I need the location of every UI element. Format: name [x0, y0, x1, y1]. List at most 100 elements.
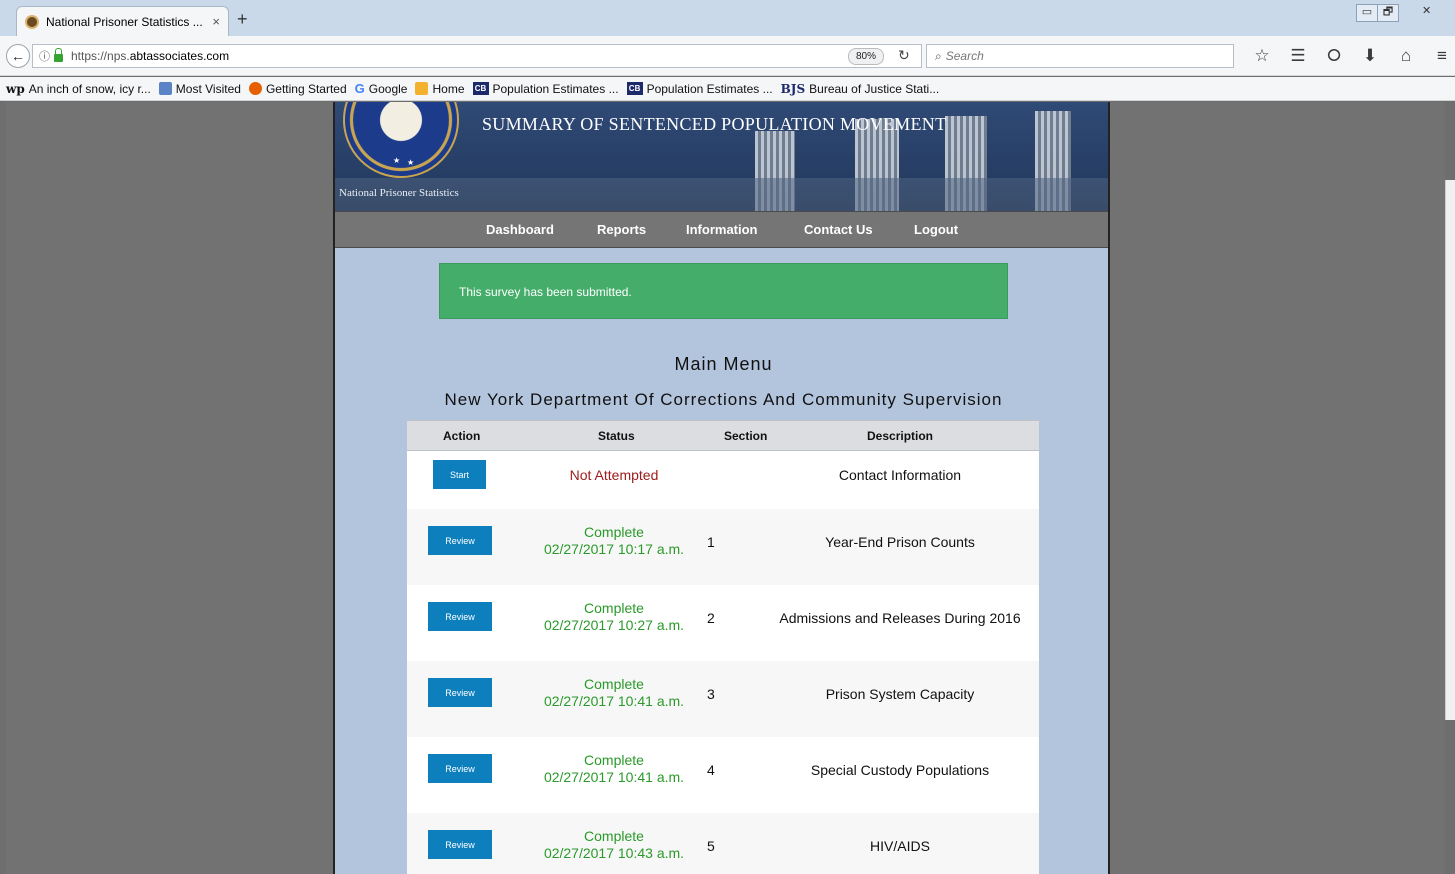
hamburger-menu-icon[interactable]: ≡ — [1424, 46, 1455, 66]
bookmark-item[interactable]: CB Population Estimates ... — [626, 81, 773, 96]
main-navigation: Dashboard Reports Information Contact Us… — [335, 211, 1108, 248]
bjs-icon: BJS — [780, 81, 806, 96]
bookmark-label: Most Visited — [175, 81, 241, 96]
new-tab-button[interactable]: + — [237, 10, 248, 28]
status-text: Complete 02/27/2017 10:41 a.m. — [527, 752, 701, 786]
bookmark-item[interactable]: wp An inch of snow, icy r... — [6, 82, 151, 96]
info-icon[interactable]: ⓘ — [39, 48, 50, 64]
table-header: Action Status Section Description — [407, 420, 1039, 451]
census-icon: CB — [472, 82, 489, 95]
nav-dashboard[interactable]: Dashboard — [486, 222, 554, 237]
table-row: Review Complete 02/27/2017 10:17 a.m. 1 … — [407, 509, 1039, 585]
bookmarks-toolbar: wp An inch of snow, icy r... Most Visite… — [0, 77, 1455, 101]
status-label: Complete — [584, 828, 644, 844]
bookmark-item[interactable]: G Google — [355, 82, 408, 96]
tab-bar: National Prisoner Statistics ... × + ▭ 🗗… — [0, 0, 1455, 36]
review-button[interactable]: Review — [428, 526, 492, 555]
status-date: 02/27/2017 10:41 a.m. — [543, 769, 685, 785]
url-prefix: https://nps. — [71, 49, 130, 63]
firefox-icon — [248, 82, 262, 95]
close-window-icon[interactable]: ✕ — [1422, 4, 1431, 17]
window-controls: ▭ 🗗 — [1356, 4, 1399, 22]
status-text: Complete 02/27/2017 10:27 a.m. — [527, 600, 701, 634]
download-icon[interactable]: ⬇ — [1352, 46, 1388, 66]
nav-contact-us[interactable]: Contact Us — [804, 222, 873, 237]
close-tab-icon[interactable]: × — [212, 14, 220, 29]
status-label: Complete — [584, 752, 644, 768]
bookmark-item[interactable]: Getting Started — [248, 81, 347, 96]
table-row: Review Complete 02/27/2017 10:41 a.m. 4 … — [407, 737, 1039, 813]
status-text: Complete 02/27/2017 10:17 a.m. — [527, 524, 701, 558]
status-date: 02/27/2017 10:17 a.m. — [543, 541, 685, 557]
bookmark-label: Population Estimates ... — [492, 81, 619, 96]
success-alert: This survey has been submitted. — [439, 263, 1008, 319]
status-text: Complete 02/27/2017 10:43 a.m. — [527, 828, 701, 862]
zoom-level-badge[interactable]: 80% — [848, 48, 885, 65]
organization-name: New York Department Of Corrections And C… — [444, 390, 1003, 409]
census-icon: CB — [626, 82, 643, 95]
alert-message: This survey has been submitted. — [459, 285, 632, 299]
pocket-icon[interactable]: ⭘ — [1316, 46, 1352, 66]
nav-reports[interactable]: Reports — [597, 222, 646, 237]
bookmark-label: Getting Started — [265, 81, 347, 96]
tab-title: National Prisoner Statistics ... — [46, 14, 203, 29]
section-number: 5 — [707, 838, 715, 854]
status-text: Not Attempted — [527, 467, 701, 484]
section-description: HIV/AIDS — [870, 838, 930, 854]
search-input[interactable]: ⌕ Search — [926, 44, 1234, 68]
doj-seal-icon: ★ ★ — [343, 102, 459, 178]
search-icon: ⌕ — [935, 49, 942, 63]
table-row: Review Complete 02/27/2017 10:43 a.m. 5 … — [407, 813, 1039, 874]
site-favicon-icon — [25, 14, 39, 29]
start-button[interactable]: Start — [433, 460, 486, 489]
search-placeholder: Search — [945, 49, 984, 63]
sections-table: Action Status Section Description Start … — [407, 420, 1039, 874]
most-visited-icon — [158, 82, 172, 95]
nav-information[interactable]: Information — [686, 222, 758, 237]
status-label: Complete — [584, 676, 644, 692]
google-icon: G — [354, 80, 365, 96]
status-date: 02/27/2017 10:27 a.m. — [543, 617, 685, 633]
browser-tab[interactable]: National Prisoner Statistics ... × — [16, 6, 229, 36]
bookmark-label: An inch of snow, icy r... — [28, 81, 151, 96]
status-date: 02/27/2017 10:43 a.m. — [543, 845, 685, 861]
url-bar[interactable]: ⓘ https://nps. abtassociates.com — [32, 44, 922, 68]
status-text: Complete 02/27/2017 10:41 a.m. — [527, 676, 701, 710]
toolbar-icons: ☆ ☰ ⭘ ⬇ ⌂ ≡ — [1244, 46, 1455, 66]
section-description: Admissions and Releases During 2016 — [779, 610, 1021, 626]
url-host: abtassociates.com — [129, 49, 230, 63]
home-icon[interactable]: ⌂ — [1388, 46, 1424, 66]
section-description: Prison System Capacity — [825, 686, 975, 702]
review-button[interactable]: Review — [428, 678, 492, 707]
column-header-section: Section — [724, 429, 768, 443]
back-arrow-icon[interactable]: ← — [6, 44, 30, 68]
bookmark-item[interactable]: Most Visited — [158, 81, 241, 96]
table-row: Review Complete 02/27/2017 10:27 a.m. 2 … — [407, 585, 1039, 661]
reading-list-icon[interactable]: ☰ — [1280, 46, 1316, 66]
restore-icon[interactable]: 🗗 — [1377, 4, 1399, 22]
section-description: Year-End Prison Counts — [825, 534, 975, 550]
bookmark-label: Google — [368, 81, 408, 96]
section-number: 2 — [707, 610, 715, 626]
bookmark-star-icon[interactable]: ☆ — [1244, 46, 1280, 66]
section-description: Contact Information — [838, 467, 962, 483]
banner-subtitle: National Prisoner Statistics — [339, 187, 459, 199]
bookmark-label: Population Estimates ... — [646, 81, 773, 96]
review-button[interactable]: Review — [428, 830, 492, 859]
review-button[interactable]: Review — [428, 602, 492, 631]
review-button[interactable]: Review — [428, 754, 492, 783]
column-header-description: Description — [867, 429, 934, 443]
status-label: Complete — [584, 600, 644, 616]
nav-logout[interactable]: Logout — [914, 222, 958, 237]
banner-title: SUMMARY OF SENTENCED POPULATION MOVEMENT — [482, 114, 947, 134]
bookmark-item[interactable]: CB Population Estimates ... — [472, 81, 619, 96]
section-number: 3 — [707, 686, 715, 702]
section-number: 1 — [707, 534, 715, 550]
vertical-scrollbar[interactable] — [1445, 180, 1455, 720]
bookmark-item[interactable]: BJS Bureau of Justice Stati... — [781, 82, 940, 96]
home-bookmark-icon — [415, 82, 429, 95]
reload-icon[interactable]: ↻ — [898, 47, 910, 64]
bookmark-item[interactable]: Home — [415, 82, 465, 96]
status-date: 02/27/2017 10:41 a.m. — [543, 693, 685, 709]
minimize-icon[interactable]: ▭ — [1356, 4, 1378, 22]
